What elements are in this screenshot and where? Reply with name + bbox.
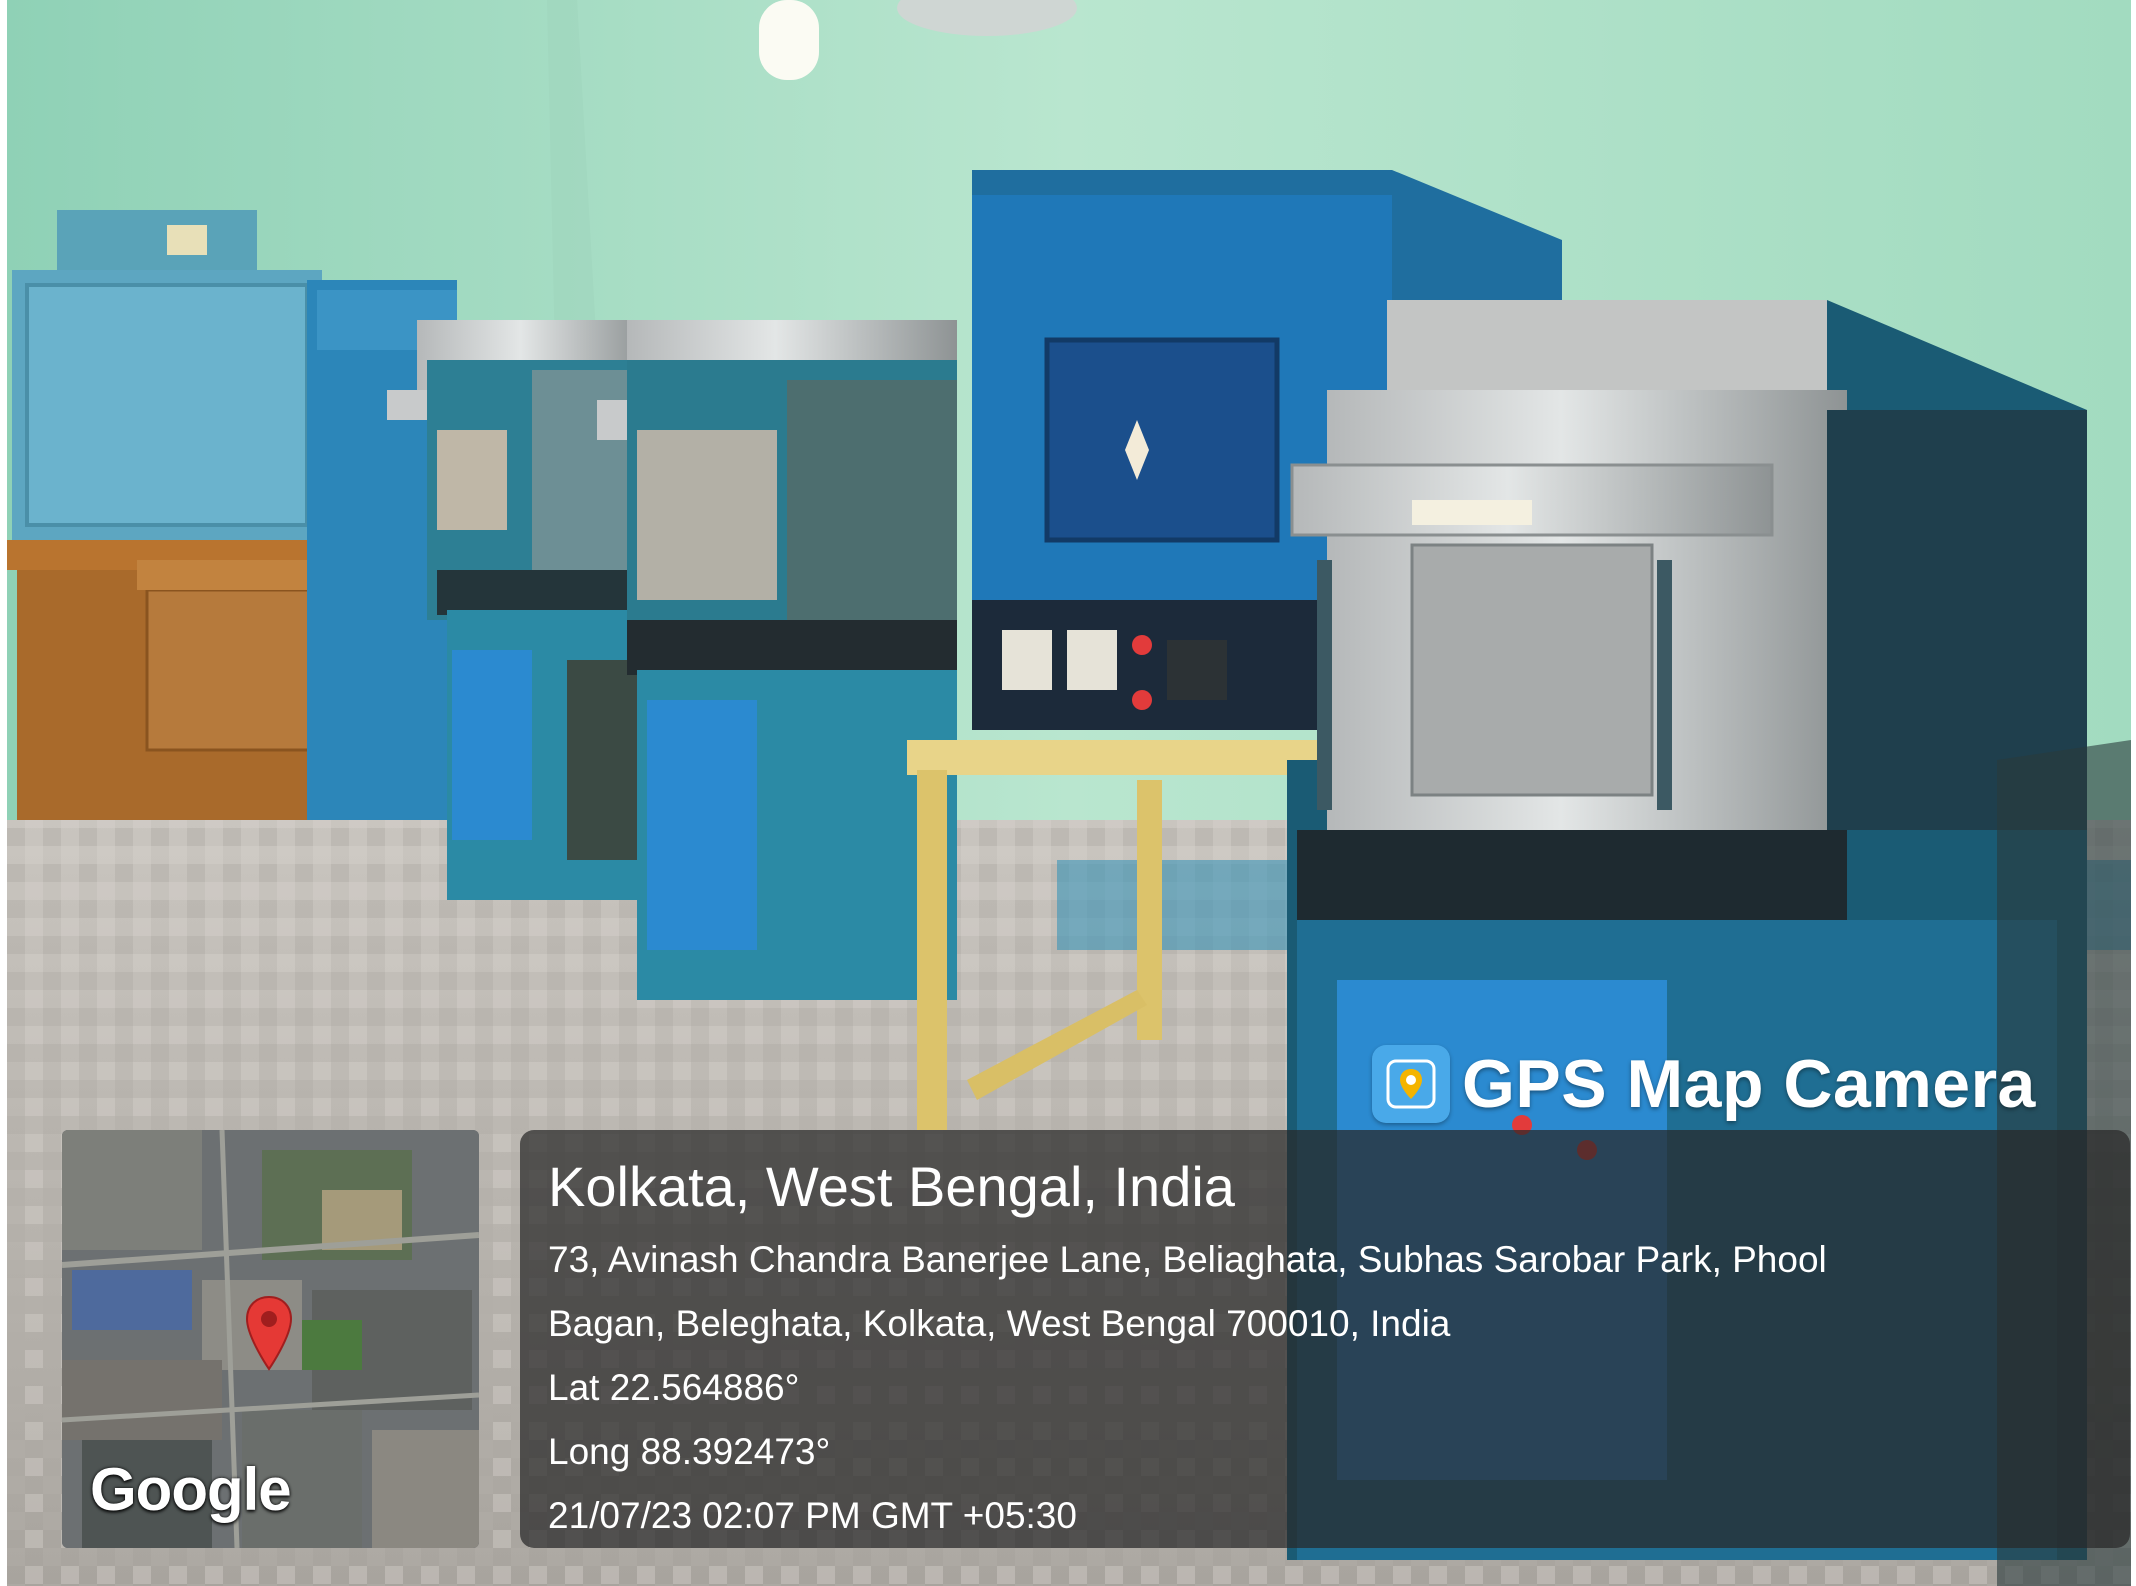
address-line-2: Bagan, Beleghata, Kolkata, West Bengal 7…	[548, 1303, 1451, 1344]
location-pin-icon	[245, 1295, 293, 1371]
latitude-text: Lat 22.564886°	[548, 1367, 800, 1408]
gps-map-camera-brand: GPS Map Camera	[1372, 1025, 2097, 1143]
lab-photo: GPS Map Camera Google Kolkata, West Beng…	[7, 0, 2131, 1586]
map-thumbnail: Google	[62, 1130, 479, 1548]
map-camera-app-icon	[1372, 1045, 1450, 1123]
location-info-panel: Kolkata, West Bengal, India 73, Avinash …	[520, 1130, 2130, 1548]
longitude-text: Long 88.392473°	[548, 1431, 831, 1472]
address-line-1: 73, Avinash Chandra Banerjee Lane, Belia…	[548, 1239, 1827, 1280]
google-logo: Google	[90, 1456, 292, 1523]
location-title: Kolkata, West Bengal, India	[548, 1155, 1235, 1218]
brand-title: GPS Map Camera	[1462, 1046, 2036, 1122]
datetime-text: 21/07/23 02:07 PM GMT +05:30	[548, 1495, 1077, 1536]
